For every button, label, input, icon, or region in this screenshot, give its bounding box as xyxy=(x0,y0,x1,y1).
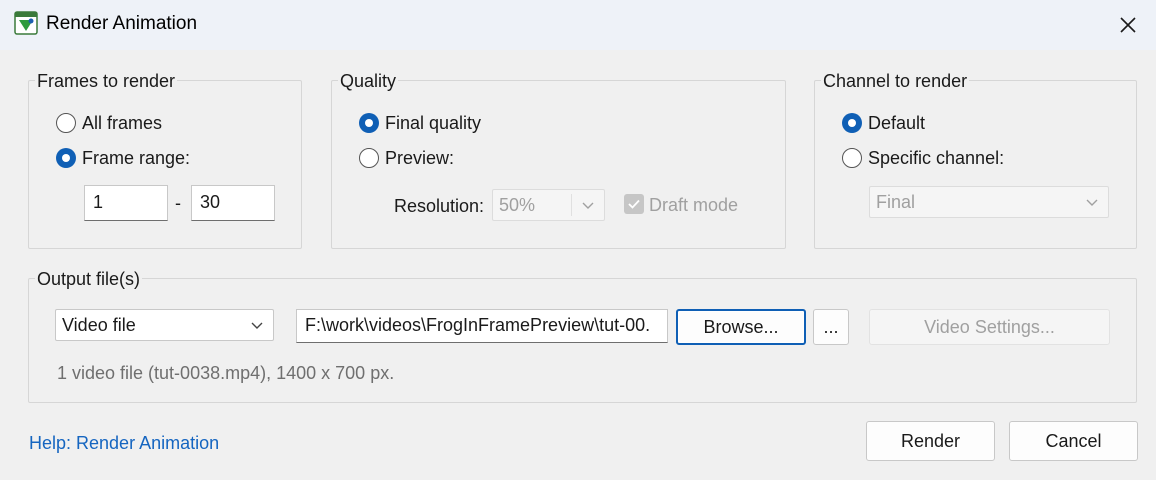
all-frames-radio[interactable]: All frames xyxy=(56,111,162,135)
quality-legend: Quality xyxy=(338,70,399,92)
render-button[interactable]: Render xyxy=(866,421,995,461)
all-frames-radio-indicator xyxy=(56,113,76,133)
range-to-input[interactable]: 30 xyxy=(191,185,275,221)
output-legend: Output file(s) xyxy=(35,268,143,290)
video-settings-button[interactable]: Video Settings... xyxy=(869,309,1110,345)
window-title: Render Animation xyxy=(46,13,198,34)
cancel-button[interactable]: Cancel xyxy=(1009,421,1138,461)
preview-radio-indicator xyxy=(359,148,379,168)
final-quality-radio-indicator xyxy=(359,113,379,133)
resolution-value: 50% xyxy=(499,194,536,215)
checkmark-icon xyxy=(628,199,640,209)
frame-range-radio-indicator xyxy=(56,148,76,168)
browse-button[interactable]: Browse... xyxy=(676,309,806,345)
output-path-input[interactable]: F:\work\videos\FrogInFramePreview\tut-00… xyxy=(296,309,668,343)
resolution-separator xyxy=(571,194,572,216)
chevron-down-icon xyxy=(1086,199,1098,206)
title-bar: Render Animation xyxy=(0,0,1156,50)
chevron-down-icon xyxy=(251,322,263,329)
chevron-down-icon xyxy=(582,202,594,209)
resolution-label: Resolution: xyxy=(394,196,485,216)
preview-label: Preview: xyxy=(385,147,455,168)
specific-channel-radio-indicator xyxy=(842,148,862,168)
output-type-value: Video file xyxy=(62,314,136,335)
close-button[interactable] xyxy=(1100,0,1156,50)
frame-range-radio[interactable]: Frame range: xyxy=(56,146,190,170)
draft-mode-label: Draft mode xyxy=(649,195,739,215)
output-summary: 1 video file (tut-0038.mp4), 1400 x 700 … xyxy=(57,363,395,383)
preview-radio[interactable]: Preview: xyxy=(359,146,454,170)
render-app-icon xyxy=(14,11,38,35)
all-frames-label: All frames xyxy=(82,112,163,133)
default-channel-label: Default xyxy=(868,112,926,133)
channel-value: Final xyxy=(876,191,916,212)
frames-legend: Frames to render xyxy=(35,70,178,92)
resolution-select[interactable]: 50% xyxy=(492,189,605,221)
range-separator: - xyxy=(175,193,181,213)
more-options-button[interactable]: ... xyxy=(813,309,849,345)
default-channel-radio[interactable]: Default xyxy=(842,111,925,135)
output-type-select[interactable]: Video file xyxy=(55,309,274,341)
channel-select[interactable]: Final xyxy=(869,186,1109,218)
frame-range-label: Frame range: xyxy=(82,147,191,168)
close-icon xyxy=(1120,17,1136,33)
default-channel-radio-indicator xyxy=(842,113,862,133)
channel-legend: Channel to render xyxy=(821,70,970,92)
final-quality-label: Final quality xyxy=(385,112,482,133)
specific-channel-label: Specific channel: xyxy=(868,147,1005,168)
specific-channel-radio[interactable]: Specific channel: xyxy=(842,146,1004,170)
final-quality-radio[interactable]: Final quality xyxy=(359,111,481,135)
range-from-input[interactable]: 1 xyxy=(84,185,168,221)
draft-mode-checkbox[interactable] xyxy=(624,194,644,214)
help-link[interactable]: Help: Render Animation xyxy=(29,433,219,454)
